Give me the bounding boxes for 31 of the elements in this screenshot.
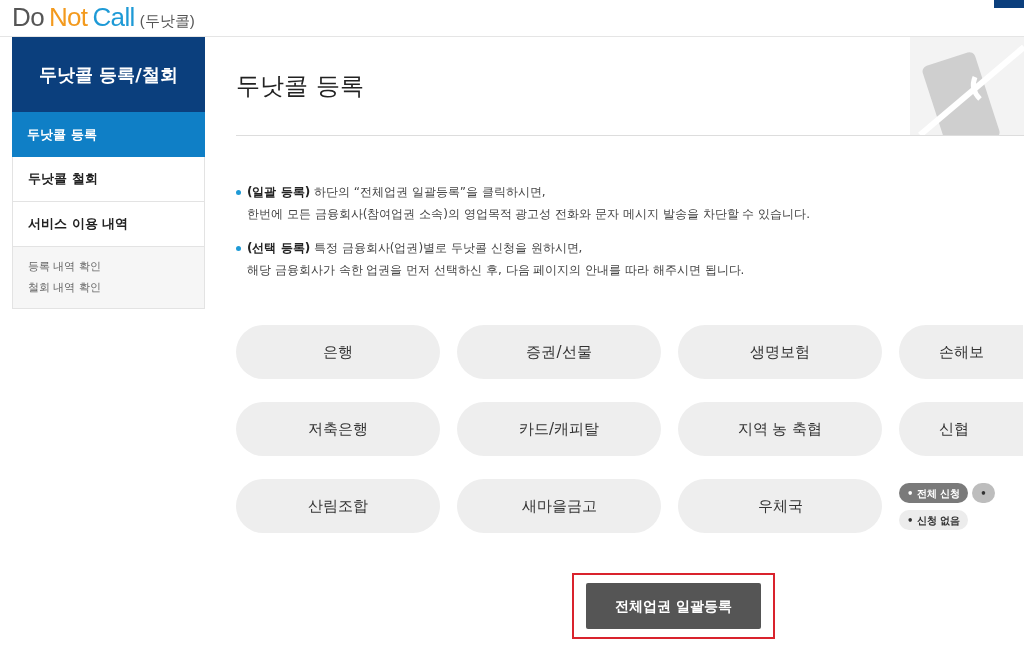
- legend-badge: •: [972, 483, 995, 503]
- sector-button[interactable]: 은행: [236, 325, 440, 379]
- sector-button[interactable]: 생명보험: [678, 325, 882, 379]
- logo-text[interactable]: (두낫콜): [139, 9, 195, 32]
- register-all-button[interactable]: 전체업권 일괄등록: [586, 583, 761, 629]
- sidebar-item[interactable]: 두낫콜 철회: [12, 157, 205, 202]
- sector-button[interactable]: 우체국: [678, 479, 882, 533]
- sidebar-item[interactable]: 서비스 이용 내역: [12, 202, 205, 247]
- page-title: 두낫콜 등록: [236, 71, 364, 102]
- sector-button[interactable]: 카드/캐피탈: [457, 402, 661, 456]
- note-text: (일괄 등록) 하단의 “전체업권 일괄등록”을 클릭하시면,: [247, 184, 547, 201]
- bullet-icon: [236, 246, 241, 251]
- sector-button[interactable]: 지역 농 축협: [678, 402, 882, 456]
- sidebar-subitem[interactable]: 철회 내역 확인: [28, 279, 204, 296]
- sector-button[interactable]: 저축은행: [236, 402, 440, 456]
- legend-badge: • 전체 신청: [899, 483, 969, 503]
- note-text: 한번에 모든 금융회사(참여업권 소속)의 영업목적 광고성 전화와 문자 메시지 발송을 차단할 수 있습니다.: [247, 206, 810, 223]
- sector-button[interactable]: 증권/선물: [457, 325, 661, 379]
- logo-text[interactable]: Do: [12, 3, 44, 30]
- sector-button[interactable]: 신협: [899, 402, 1023, 456]
- sidebar-title: 두낫콜 등록/철회: [12, 37, 205, 112]
- sector-button[interactable]: 산림조합: [236, 479, 440, 533]
- sector-button[interactable]: 손해보: [899, 325, 1023, 379]
- bullet-icon: [236, 190, 241, 195]
- sidebar-item[interactable]: 두낫콜 등록: [12, 112, 205, 157]
- header-block: [994, 0, 1024, 8]
- note-text: 해당 금융회사가 속한 업권을 먼저 선택하신 후, 다음 페이지의 안내를 따라 해주시면 됩니다.: [247, 262, 745, 279]
- legend-badge: • 신청 없음: [899, 510, 969, 530]
- note-text: (선택 등록) 특정 금융회사(업권)별로 두낫콜 신청을 원하시면,: [247, 240, 584, 257]
- sector-button[interactable]: 새마을금고: [457, 479, 661, 533]
- sidebar-subitem[interactable]: 등록 내역 확인: [28, 259, 204, 276]
